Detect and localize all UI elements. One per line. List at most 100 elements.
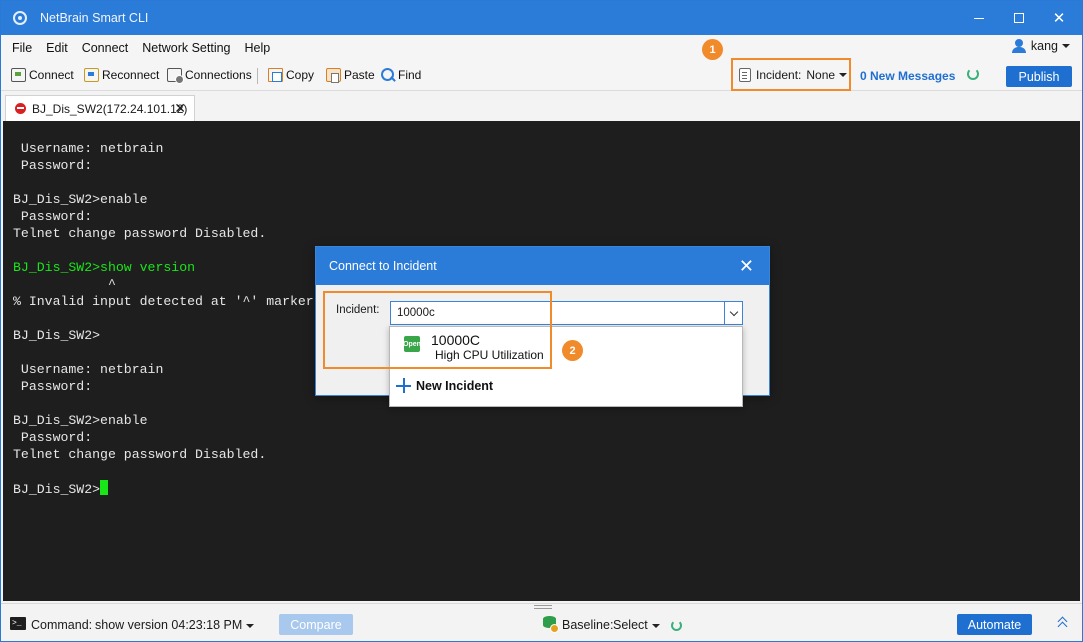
terminal-line: ^ [13, 277, 116, 292]
terminal-line: Username: netbrain [13, 141, 164, 156]
baseline-value: Select [613, 618, 648, 632]
command-selector[interactable]: show version 04:23:18 PM [95, 618, 255, 632]
automate-button[interactable]: Automate [957, 614, 1032, 635]
incident-input-value: 10000c [397, 307, 435, 319]
dialog-incident-label: Incident: [336, 304, 380, 316]
status-bar: >_ Command: show version 04:23:18 PM Com… [1, 603, 1082, 641]
terminal-line: Password: [13, 379, 93, 394]
command-value: show version 04:23:18 PM [95, 618, 243, 632]
baseline-label: Baseline: [562, 618, 614, 632]
callout-badge-2: 2 [562, 340, 583, 361]
caret-down-icon [246, 623, 255, 628]
reconnect-label: Reconnect [102, 68, 160, 82]
menu-network-setting[interactable]: Network Setting [142, 41, 230, 55]
connect-icon [11, 68, 26, 82]
new-incident-label: New Incident [416, 378, 494, 393]
terminal-line: % Invalid input detected at '^' marker. [13, 294, 322, 309]
close-window-button[interactable]: ✕ [1039, 1, 1079, 35]
incident-option-description: High CPU Utilization [435, 348, 544, 362]
dialog-title: Connect to Incident [329, 259, 437, 273]
incident-dropdown-toggle[interactable] [724, 302, 742, 324]
plus-icon [396, 378, 411, 393]
callout-badge-1: 1 [702, 39, 723, 60]
app-window: NetBrain Smart CLI ✕ File Edit Connect N… [0, 0, 1083, 642]
command-label: Command: [31, 618, 93, 632]
paste-label: Paste [344, 68, 375, 82]
window-title: NetBrain Smart CLI [40, 11, 149, 25]
new-messages-link[interactable]: 0 New Messages [860, 69, 955, 83]
toolbar-divider [257, 68, 258, 84]
connections-button[interactable]: Connections [167, 68, 252, 84]
reconnect-button[interactable]: Reconnect [84, 68, 159, 82]
terminal-line: Telnet change password Disabled. [13, 226, 267, 241]
incident-search-input[interactable]: 10000c [390, 301, 743, 325]
paste-button[interactable]: Paste [326, 68, 375, 83]
copy-button[interactable]: Copy [268, 68, 314, 82]
refresh-icon[interactable] [967, 68, 979, 80]
refresh-icon[interactable] [671, 620, 682, 631]
maximize-button[interactable] [999, 1, 1039, 35]
terminal-line: BJ_Dis_SW2>enable [13, 192, 148, 207]
terminal-line: BJ_Dis_SW2>show version [13, 260, 196, 275]
caret-down-icon [1062, 44, 1070, 48]
tab-close-icon[interactable]: ✕ [174, 100, 186, 117]
connections-icon [167, 68, 184, 84]
terminal-prompt: BJ_Dis_SW2> [13, 482, 101, 497]
clipboard-icon [739, 67, 751, 82]
menu-edit[interactable]: Edit [46, 41, 68, 55]
terminal-line: Username: netbrain [13, 362, 164, 377]
menu-bar: File Edit Connect Network Setting Help [1, 35, 1082, 61]
close-icon: ✕ [1052, 9, 1066, 27]
disconnected-icon [15, 103, 26, 114]
chevron-down-icon [729, 307, 738, 316]
menu-connect[interactable]: Connect [82, 41, 129, 55]
session-tab[interactable]: BJ_Dis_SW2(172.24.101.12) ✕ [5, 95, 195, 121]
terminal-line: BJ_Dis_SW2> [13, 328, 101, 343]
caret-down-icon [839, 72, 848, 77]
reconnect-icon [84, 68, 99, 82]
find-button[interactable]: Find [381, 68, 421, 82]
connect-button[interactable]: Connect [11, 68, 74, 82]
terminal-line: Telnet change password Disabled. [13, 447, 267, 462]
find-label: Find [398, 68, 422, 82]
connect-label: Connect [29, 68, 74, 82]
incident-selector[interactable]: Incident: None [731, 58, 851, 91]
dialog-header: Connect to Incident ✕ [316, 247, 769, 285]
incident-label: Incident: [756, 67, 802, 82]
session-tab-strip: BJ_Dis_SW2(172.24.101.12) ✕ [1, 92, 1082, 121]
user-icon [1011, 39, 1026, 53]
menu-file[interactable]: File [12, 41, 32, 55]
incident-status-icon: Open [403, 336, 421, 352]
app-logo-icon [13, 11, 27, 25]
copy-icon [268, 68, 283, 82]
terminal-line: Password: [13, 158, 93, 173]
dialog-close-icon[interactable]: ✕ [739, 257, 754, 275]
terminal-line: Password: [13, 430, 93, 445]
incident-option-id: 10000C [431, 332, 481, 348]
paste-icon [326, 68, 341, 83]
compare-button[interactable]: Compare [279, 614, 353, 635]
incident-dropdown-list: Open 10000C High CPU Utilization New Inc… [389, 326, 743, 407]
copy-label: Copy [286, 68, 315, 82]
terminal-line: BJ_Dis_SW2>enable [13, 413, 148, 428]
terminal-icon: >_ [10, 617, 26, 630]
user-menu[interactable]: kang [1011, 39, 1070, 53]
title-bar: NetBrain Smart CLI ✕ [1, 1, 1082, 35]
search-icon [381, 68, 395, 82]
terminal-line: Password: [13, 209, 93, 224]
minimize-icon [974, 17, 984, 19]
connections-label: Connections [185, 68, 252, 82]
new-incident-button[interactable]: New Incident [396, 378, 493, 393]
caret-down-icon [651, 623, 660, 628]
user-name: kang [1030, 39, 1058, 53]
resize-grip-icon[interactable] [534, 605, 552, 609]
terminal-prompt-line: BJ_Dis_SW2> [13, 480, 109, 498]
double-chevron-up-icon[interactable] [1057, 616, 1069, 632]
baseline-selector[interactable]: Select [613, 618, 660, 632]
session-tab-title: BJ_Dis_SW2(172.24.101.12) [32, 101, 188, 116]
menu-help[interactable]: Help [245, 41, 271, 55]
terminal-cursor [100, 480, 109, 495]
publish-button[interactable]: Publish [1006, 66, 1072, 87]
minimize-button[interactable] [959, 1, 999, 35]
incident-value: None [806, 67, 836, 82]
